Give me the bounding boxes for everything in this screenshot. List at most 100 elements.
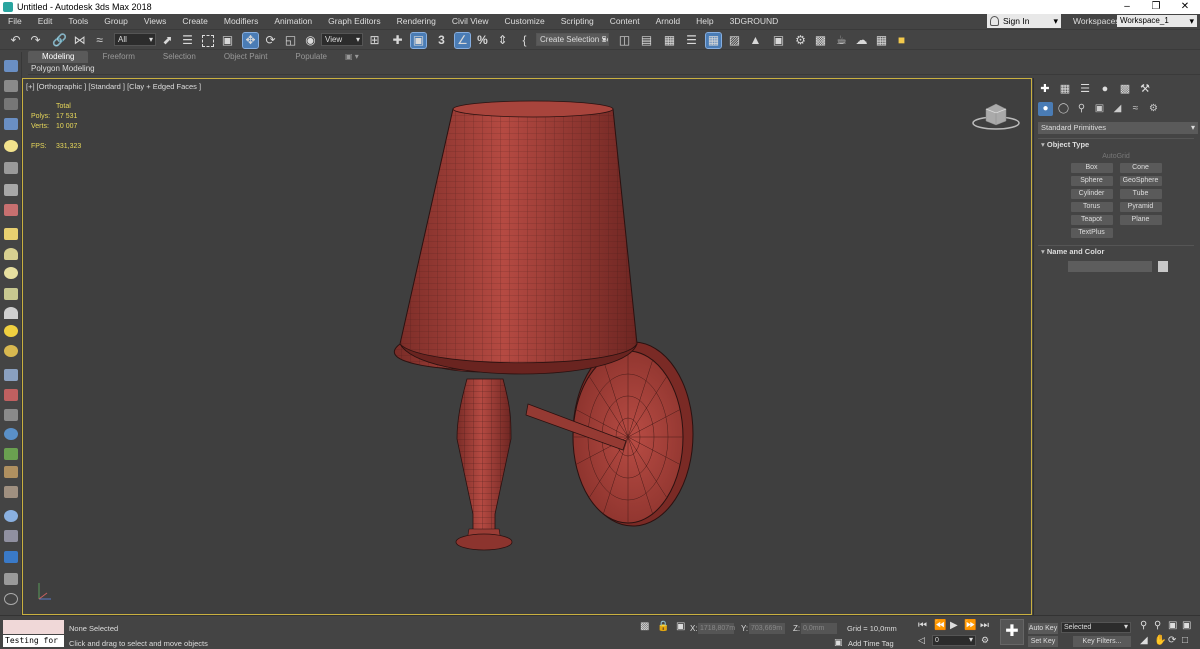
- select-by-name-icon[interactable]: ☰: [180, 33, 195, 48]
- maximize-viewport-icon[interactable]: □: [1182, 635, 1188, 646]
- viewcube-icon[interactable]: [971, 99, 1021, 131]
- zoom-extents-icon[interactable]: ▣: [1168, 620, 1177, 631]
- snaps-toggle-icon[interactable]: 3: [434, 33, 449, 48]
- ribbon-options-icon[interactable]: ▣ ▾: [341, 51, 363, 63]
- keyboard-shortcut-override-icon[interactable]: ▣: [410, 32, 427, 49]
- pan-icon[interactable]: ✋: [1154, 635, 1166, 646]
- time-config-icon[interactable]: ⚙: [981, 635, 989, 646]
- particle-icon[interactable]: [4, 369, 18, 381]
- name-and-color-header[interactable]: Name and Color: [1038, 246, 1194, 258]
- primitive-type-select[interactable]: Standard Primitives: [1038, 122, 1198, 134]
- key-selection-select[interactable]: Selected: [1061, 622, 1131, 633]
- maxscript-output[interactable]: Testing for :: [3, 635, 64, 649]
- ribbon-tab-populate[interactable]: Populate: [281, 51, 341, 63]
- a360-gallery-icon[interactable]: ▦: [874, 33, 889, 48]
- x-coordinate-field[interactable]: 1718,807m: [698, 623, 735, 634]
- motion-tab-icon[interactable]: ●: [1098, 82, 1112, 96]
- space-warps-category-icon[interactable]: ≈: [1128, 102, 1143, 116]
- layer-explorer-icon[interactable]: ☰: [684, 33, 699, 48]
- sign-in-button[interactable]: Sign In ▾: [987, 14, 1061, 28]
- menu-views[interactable]: Views: [136, 14, 175, 29]
- menu-animation[interactable]: Animation: [266, 14, 320, 29]
- layer-manager-tool-icon[interactable]: [4, 98, 18, 110]
- menu-help[interactable]: Help: [688, 14, 721, 29]
- current-frame-field[interactable]: 0: [932, 635, 976, 646]
- reference-coordinate-select[interactable]: View: [321, 33, 363, 46]
- viewport-orthographic[interactable]: [+] [Orthographic ] [Standard ] [Clay + …: [22, 78, 1032, 615]
- cameras-category-icon[interactable]: ▣: [1092, 102, 1107, 116]
- bind-space-warp-icon[interactable]: ≈: [92, 33, 107, 48]
- minimize-button[interactable]: –: [1112, 0, 1142, 14]
- named-selection-sets-select[interactable]: Create Selection Se: [536, 33, 609, 46]
- plant-icon[interactable]: [4, 448, 18, 460]
- select-and-rotate-icon[interactable]: ⟳: [263, 33, 278, 48]
- field-of-view-icon[interactable]: ◢: [1140, 635, 1148, 646]
- tree-icon[interactable]: [4, 409, 18, 421]
- auto-key-button[interactable]: Auto Key: [1028, 623, 1058, 634]
- close-button[interactable]: ✕: [1170, 0, 1200, 14]
- next-frame-icon[interactable]: ⏩: [964, 620, 976, 631]
- geometry-category-icon[interactable]: ●: [1038, 102, 1053, 116]
- key-filters-button[interactable]: Key Filters...: [1073, 636, 1131, 647]
- sphere-gold-icon[interactable]: [4, 345, 18, 357]
- menu-scripting[interactable]: Scripting: [553, 14, 602, 29]
- workspace-select[interactable]: Workspace_1: [1117, 15, 1197, 27]
- mirror-icon[interactable]: ◫: [617, 33, 632, 48]
- rendered-frame-window-icon[interactable]: ▩: [813, 33, 828, 48]
- ribbon-tab-modeling[interactable]: Modeling: [28, 51, 89, 63]
- unlink-icon[interactable]: ⋈: [72, 33, 87, 48]
- select-and-scale-icon[interactable]: ◱: [283, 33, 298, 48]
- render-setup-icon[interactable]: ⚙: [793, 33, 808, 48]
- set-key-button[interactable]: Set Key: [1028, 636, 1058, 647]
- folder-icon[interactable]: [4, 228, 18, 240]
- autogrid-checkbox[interactable]: AutoGrid: [1038, 153, 1194, 160]
- brush-icon[interactable]: [4, 389, 18, 401]
- ribbon-tab-selection[interactable]: Selection: [149, 51, 210, 63]
- rectangular-selection-icon[interactable]: [200, 33, 215, 48]
- go-to-end-icon[interactable]: ⏭: [980, 620, 989, 631]
- help-icon[interactable]: [4, 593, 18, 605]
- render-sphere-icon[interactable]: [4, 510, 18, 522]
- z-coordinate-field[interactable]: 0,0mm: [801, 623, 837, 634]
- time-tag-icon[interactable]: ▣: [834, 637, 843, 648]
- arnold-icon[interactable]: [4, 551, 18, 563]
- zoom-extents-all-icon[interactable]: ▣: [1182, 620, 1191, 631]
- align-icon[interactable]: ▤: [639, 33, 654, 48]
- modify-tab-icon[interactable]: ▦: [1058, 82, 1072, 96]
- add-time-tag[interactable]: Add Time Tag: [848, 639, 894, 648]
- light-bulb-icon[interactable]: [4, 140, 18, 152]
- sphere-button[interactable]: Sphere: [1070, 176, 1113, 186]
- viewport-label[interactable]: [+] [Orthographic ] [Standard ] [Clay + …: [26, 82, 201, 91]
- dome-icon[interactable]: [4, 248, 18, 260]
- pyramid-button[interactable]: Pyramid: [1119, 202, 1162, 212]
- select-and-place-icon[interactable]: ◉: [303, 33, 318, 48]
- scale-icon[interactable]: [4, 573, 18, 585]
- set-key-big-icon[interactable]: ✚: [1000, 619, 1024, 645]
- cone-button[interactable]: Cone: [1119, 163, 1162, 173]
- shapes-category-icon[interactable]: ◯: [1056, 102, 1071, 116]
- plane-button[interactable]: Plane: [1119, 215, 1162, 225]
- maximize-button[interactable]: ❐: [1141, 0, 1171, 14]
- pivot-center-icon[interactable]: ⊞: [367, 33, 382, 48]
- sphere-tool-icon[interactable]: [4, 267, 18, 279]
- cylinder-button[interactable]: Cylinder: [1070, 189, 1113, 199]
- undo-icon[interactable]: ↶: [8, 33, 23, 48]
- scene-explorer-icon[interactable]: ▦: [662, 33, 677, 48]
- tube-button[interactable]: Tube: [1119, 189, 1162, 199]
- menu-create[interactable]: Create: [174, 14, 216, 29]
- scene-explorer-tool-icon[interactable]: [4, 80, 18, 92]
- material-editor-icon[interactable]: ▣: [771, 33, 786, 48]
- lights-category-icon[interactable]: ⚲: [1074, 102, 1089, 116]
- maxscript-listener-input[interactable]: [3, 620, 64, 634]
- selection-lock-icon[interactable]: 🔒: [657, 621, 669, 632]
- menu-3dground[interactable]: 3DGROUND: [722, 14, 787, 29]
- play-icon[interactable]: ▶: [950, 620, 958, 631]
- y-coordinate-field[interactable]: 703,669m: [749, 623, 785, 634]
- ribbon-toggle-icon[interactable]: ▦: [705, 32, 722, 49]
- teapot-button[interactable]: Teapot: [1070, 215, 1113, 225]
- angle-snap-icon[interactable]: ∠: [454, 32, 471, 49]
- redo-icon[interactable]: ↷: [28, 33, 43, 48]
- orbit-icon[interactable]: ⟳: [1168, 635, 1176, 646]
- menu-graph-editors[interactable]: Graph Editors: [320, 14, 388, 29]
- ribbon-tab-freeform[interactable]: Freeform: [88, 51, 148, 63]
